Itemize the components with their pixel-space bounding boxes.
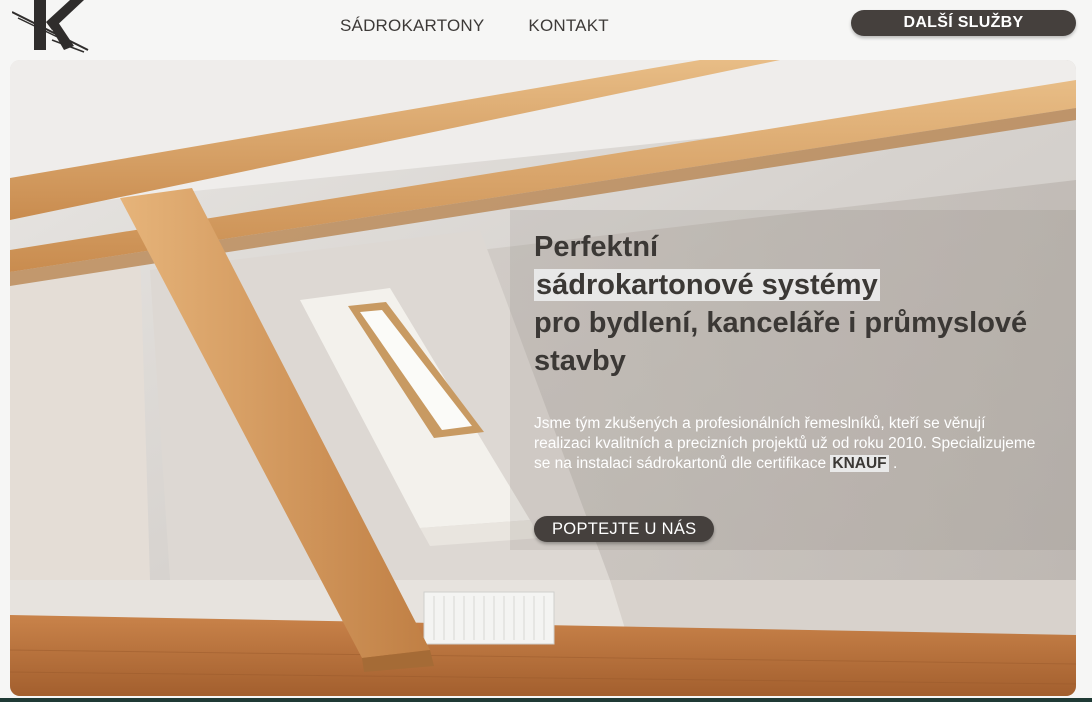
nav-link-kontakt[interactable]: KONTAKT <box>528 16 608 36</box>
hero-section: Perfektní sádrokartonové systémy pro byd… <box>10 60 1076 696</box>
nav-link-sadrokartony[interactable]: SÁDROKARTONY <box>340 16 484 36</box>
inquiry-button[interactable]: POPTEJTE U NÁS <box>534 516 715 542</box>
k-monogram-logo-icon[interactable] <box>11 0 92 54</box>
headline-line-1: Perfektní <box>534 231 659 263</box>
site-header: SÁDROKARTONY KONTAKT DALŠÍ SLUŽBY <box>0 0 1092 58</box>
hero-description: Jsme tým zkušených a profesionálních řem… <box>534 414 1044 474</box>
hero-headline: Perfektní sádrokartonové systémy pro byd… <box>534 228 1054 380</box>
main-nav: SÁDROKARTONY KONTAKT <box>340 16 609 36</box>
more-services-button[interactable]: DALŠÍ SLUŽBY <box>851 10 1076 36</box>
description-text: Jsme tým zkušených a profesionálních řem… <box>534 415 1036 472</box>
headline-highlight: sádrokartonové systémy <box>534 269 880 301</box>
description-end: . <box>892 455 898 472</box>
headline-line-3: pro bydlení, kanceláře i průmyslové stav… <box>534 307 1028 377</box>
hero-content: Perfektní sádrokartonové systémy pro byd… <box>534 228 1054 542</box>
knauf-brand-label: KNAUF <box>830 455 889 472</box>
bottom-strip <box>0 698 1092 702</box>
